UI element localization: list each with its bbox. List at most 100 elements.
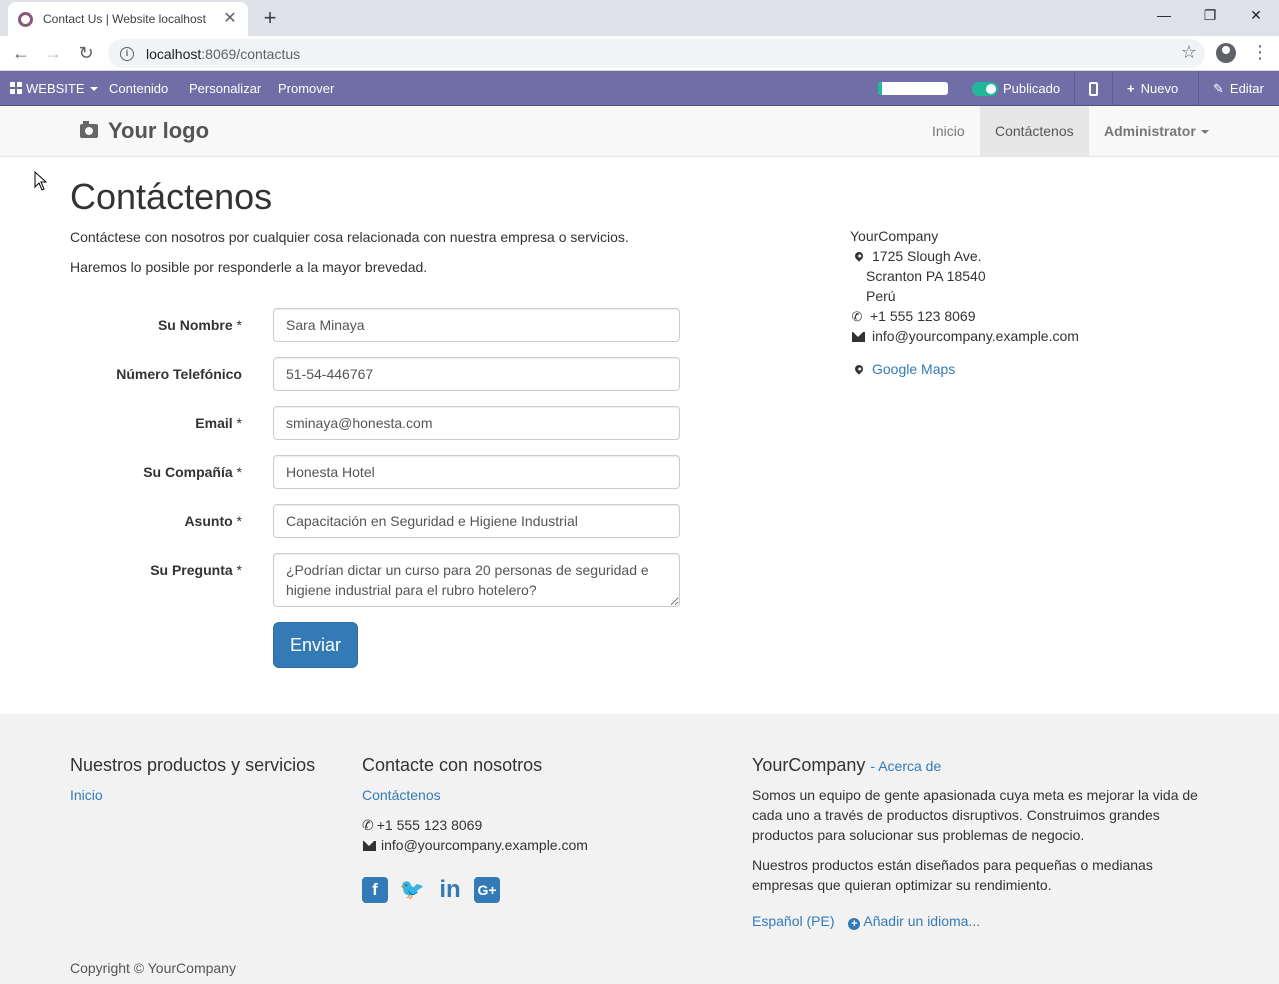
address-street-line: 1725 Slough Ave. xyxy=(850,246,1079,266)
site-logo[interactable]: Your logo xyxy=(80,116,209,146)
google-plus-icon[interactable]: G+ xyxy=(474,877,500,903)
minimize-button[interactable]: — xyxy=(1141,4,1187,26)
mobile-preview-icon[interactable] xyxy=(1089,82,1098,96)
required-mark: * xyxy=(236,562,242,578)
tab-close-icon[interactable]: ✕ xyxy=(222,11,238,27)
content-menu[interactable]: Contenido xyxy=(109,71,168,106)
promote-menu[interactable]: Promover xyxy=(278,71,334,106)
required-mark: * xyxy=(236,317,242,333)
mouse-cursor-icon xyxy=(34,171,48,191)
website-admin-bar: WEBSITE Contenido Personalizar Promover … xyxy=(0,71,1279,106)
footer-products-title: Nuestros productos y servicios xyxy=(70,755,316,775)
submit-button[interactable]: Enviar xyxy=(273,622,358,668)
phone-input[interactable] xyxy=(273,357,680,391)
name-label: Su Nombre * xyxy=(70,308,242,342)
footer-company-name: YourCompany xyxy=(752,755,866,775)
divider xyxy=(1074,71,1075,106)
profile-avatar-icon[interactable] xyxy=(1216,43,1236,63)
company-address: YourCompany 1725 Slough Ave. Scranton PA… xyxy=(850,226,1079,379)
facebook-icon[interactable]: f xyxy=(362,877,388,903)
linkedin-icon[interactable]: in xyxy=(436,877,464,903)
apps-menu-label: WEBSITE xyxy=(26,81,85,96)
name-label-text: Su Nombre xyxy=(157,317,233,333)
nav-contact[interactable]: Contáctenos xyxy=(980,106,1089,157)
browser-toolbar: ← → ↻ i localhost:8069/contactus ☆ ⋮ xyxy=(0,36,1279,71)
add-language-link[interactable]: + Añadir un idioma... xyxy=(848,913,980,930)
browser-tab-bar: Contact Us | Website localhost ✕ + — ❐ ✕ xyxy=(0,0,1279,36)
seo-progress-fill xyxy=(878,82,882,95)
email-label: Email * xyxy=(70,406,242,440)
bookmark-star-icon[interactable]: ☆ xyxy=(1181,42,1197,63)
question-label: Su Pregunta * xyxy=(70,553,242,587)
restore-button[interactable]: ❐ xyxy=(1187,4,1233,26)
logo-text: Your logo xyxy=(108,118,210,143)
forward-button[interactable]: → xyxy=(40,40,66,66)
email-input[interactable] xyxy=(273,406,680,440)
question-textarea[interactable]: ¿Podrían dictar un curso para 20 persona… xyxy=(273,553,680,607)
form-row-email: Email * xyxy=(70,406,680,440)
close-window-button[interactable]: ✕ xyxy=(1233,4,1279,26)
form-row-name: Su Nombre * xyxy=(70,308,680,342)
odoo-favicon-icon xyxy=(18,11,33,27)
browser-menu-icon[interactable]: ⋮ xyxy=(1251,42,1269,62)
apps-menu-button[interactable]: WEBSITE xyxy=(10,71,98,106)
url-host: localhost xyxy=(146,45,202,62)
camera-icon xyxy=(80,121,98,138)
nav-home[interactable]: Inicio xyxy=(917,106,980,157)
seo-progress-bar[interactable] xyxy=(878,82,948,95)
new-button[interactable]: + Nuevo xyxy=(1127,71,1178,106)
footer-home-link[interactable]: Inicio xyxy=(70,787,103,803)
published-label[interactable]: Publicado xyxy=(1003,71,1060,106)
publish-toggle[interactable] xyxy=(972,82,998,96)
twitter-icon[interactable]: 🐦 xyxy=(398,877,426,903)
site-footer: Nuestros productos y servicios Inicio Co… xyxy=(0,714,1279,984)
required-mark: * xyxy=(236,415,242,431)
address-bar[interactable]: i localhost:8069/contactus ☆ xyxy=(108,39,1205,68)
footer-email: info@yourcompany.example.com xyxy=(381,837,588,853)
company-input[interactable] xyxy=(273,455,680,489)
pencil-icon: ✎ xyxy=(1213,81,1224,96)
new-tab-button[interactable]: + xyxy=(258,6,282,30)
back-button[interactable]: ← xyxy=(8,40,34,66)
customize-menu[interactable]: Personalizar xyxy=(189,71,261,106)
address-phone: +1 555 123 8069 xyxy=(870,308,976,324)
footer-phone-line: ✆ +1 555 123 8069 xyxy=(362,815,482,835)
caret-down-icon xyxy=(89,87,98,91)
copyright: Copyright © YourCompany xyxy=(70,960,236,976)
nav-user-menu[interactable]: Administrator xyxy=(1089,106,1224,157)
edit-button[interactable]: ✎ Editar xyxy=(1213,71,1264,106)
site-info-icon[interactable]: i xyxy=(120,46,134,61)
name-input[interactable] xyxy=(273,308,680,342)
address-country: Perú xyxy=(866,288,896,304)
intro-text: Contáctese con nosotros por cualquier co… xyxy=(70,229,629,245)
caret-down-icon xyxy=(1200,130,1209,134)
address-email-line: info@yourcompany.example.com xyxy=(850,326,1079,346)
address-email: info@yourcompany.example.com xyxy=(872,328,1079,344)
phone-icon: ✆ xyxy=(851,309,863,324)
about-link[interactable]: - Acerca de xyxy=(870,758,941,774)
subject-label-text: Asunto xyxy=(184,513,233,529)
address-company: YourCompany xyxy=(850,228,939,244)
user-name: Administrator xyxy=(1104,123,1196,139)
page-title: Contáctenos xyxy=(70,176,273,217)
social-links: f 🐦 in G+ xyxy=(362,877,500,903)
divider xyxy=(1198,71,1199,106)
google-maps-link[interactable]: Google Maps xyxy=(872,361,955,377)
map-marker-icon xyxy=(853,363,865,375)
subject-label: Asunto * xyxy=(70,504,242,538)
browser-tab[interactable]: Contact Us | Website localhost ✕ xyxy=(8,2,248,36)
intro-text-2: Haremos lo posible por responderle a la … xyxy=(70,259,428,275)
phone-icon: ✆ xyxy=(362,817,374,833)
subject-input[interactable] xyxy=(273,504,680,538)
site-header: Your logo Inicio Contáctenos Administrat… xyxy=(0,106,1279,157)
address-street: 1725 Slough Ave. xyxy=(872,248,982,264)
language-link[interactable]: Español (PE) xyxy=(752,913,834,929)
phone-label-text: Número Telefónico xyxy=(116,366,242,382)
footer-contact-link[interactable]: Contáctenos xyxy=(362,787,441,803)
new-label: Nuevo xyxy=(1140,81,1179,96)
form-row-question: Su Pregunta * ¿Podrían dictar un curso p… xyxy=(70,553,680,607)
reload-button[interactable]: ↻ xyxy=(73,40,99,66)
envelope-icon xyxy=(852,332,865,342)
plus-circle-icon: + xyxy=(848,918,861,930)
form-row-subject: Asunto * xyxy=(70,504,680,538)
